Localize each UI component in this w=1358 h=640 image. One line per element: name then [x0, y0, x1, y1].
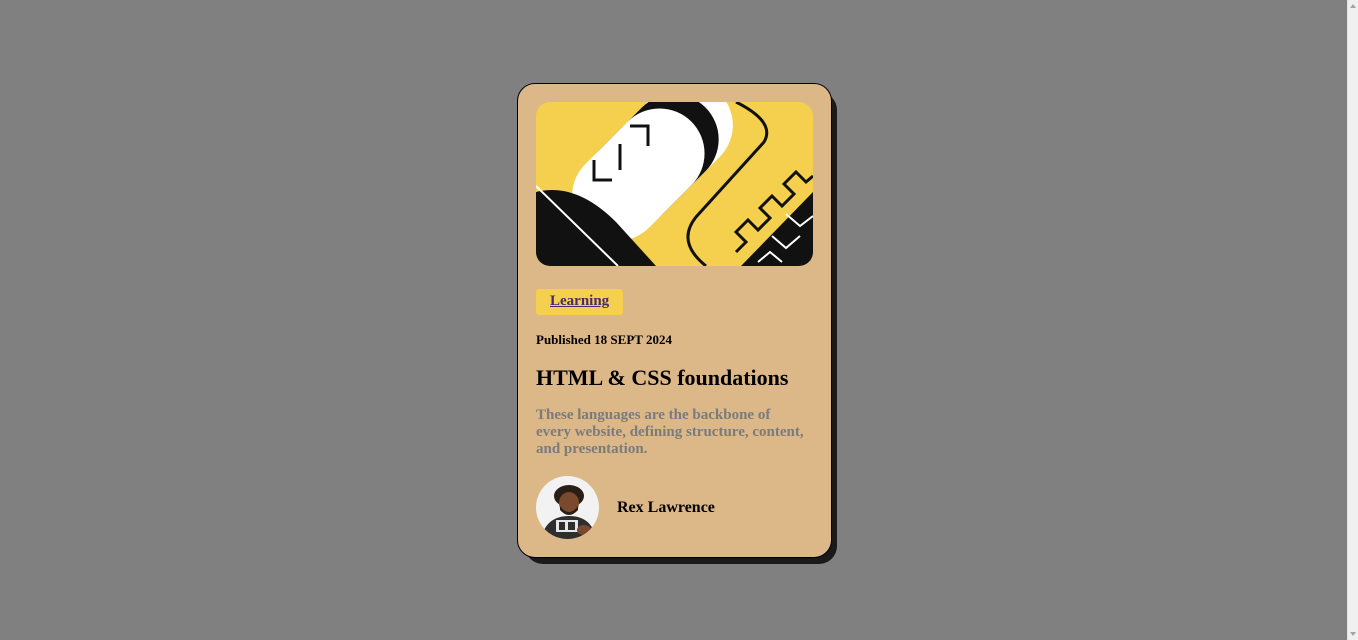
hero-illustration: [536, 102, 813, 266]
published-date: Published 18 SEPT 2024: [536, 332, 672, 347]
avatar: [536, 476, 599, 539]
vertical-scrollbar[interactable]: [1347, 0, 1358, 640]
scroll-down-icon[interactable]: [1350, 632, 1356, 636]
scroll-up-icon[interactable]: [1350, 4, 1356, 8]
author-name: Rex Lawrence: [617, 498, 715, 516]
card-title: HTML & CSS foundations: [536, 365, 789, 390]
blog-preview-card: Learning Published 18 SEPT 2024 HTML & C…: [517, 83, 832, 558]
author-row: Rex Lawrence: [536, 476, 813, 539]
card-description: These languages are the backbone of ever…: [536, 407, 804, 457]
category-tag-link[interactable]: Learning: [536, 289, 624, 315]
